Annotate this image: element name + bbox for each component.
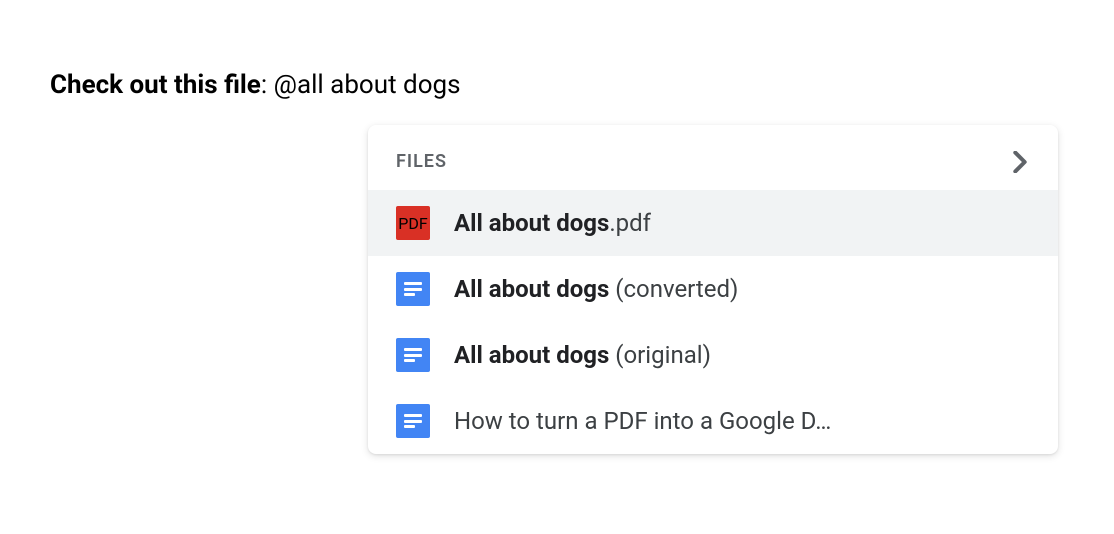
pdf-icon: PDF	[396, 206, 430, 240]
dropdown-header[interactable]: FILES	[368, 125, 1058, 190]
file-name: How to turn a PDF into a Google D…	[454, 407, 1030, 435]
prompt-colon: :	[261, 70, 274, 100]
prompt-bold: Check out this file	[50, 70, 261, 100]
file-name: All about dogs.pdf	[454, 209, 1030, 237]
file-item[interactable]: All about dogs (converted)	[368, 256, 1058, 322]
files-dropdown: FILES PDF All about dogs.pdf	[368, 125, 1058, 454]
file-item[interactable]: How to turn a PDF into a Google D…	[368, 388, 1058, 454]
file-name: All about dogs (original)	[454, 341, 1030, 369]
dropdown-header-label: FILES	[396, 151, 447, 172]
chevron-right-icon	[1010, 152, 1030, 172]
file-list: PDF All about dogs.pdf All about dogs (c…	[368, 190, 1058, 454]
file-name: All about dogs (converted)	[454, 275, 1030, 303]
gdoc-icon	[396, 338, 430, 372]
file-item[interactable]: PDF All about dogs.pdf	[368, 190, 1058, 256]
gdoc-icon	[396, 404, 430, 438]
prompt-mention[interactable]: @all about dogs	[274, 70, 461, 100]
file-item[interactable]: All about dogs (original)	[368, 322, 1058, 388]
prompt-text: Check out this file: @all about dogs	[50, 70, 1064, 100]
gdoc-icon	[396, 272, 430, 306]
